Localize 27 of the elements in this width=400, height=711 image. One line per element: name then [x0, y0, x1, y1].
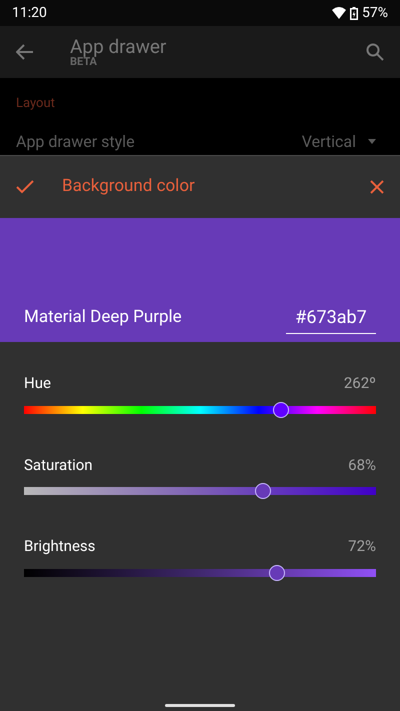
- navigation-handle[interactable]: [165, 704, 235, 707]
- close-icon[interactable]: [370, 180, 384, 194]
- slider-label: Brightness: [24, 536, 96, 557]
- slider-label: Saturation: [24, 454, 93, 476]
- slider-thumb[interactable]: [268, 564, 285, 580]
- setting-value: Vertical: [302, 134, 356, 150]
- section-header: Layout: [16, 95, 56, 113]
- slider-thumb[interactable]: [272, 402, 289, 418]
- slider-label: Hue: [24, 373, 51, 394]
- slider-thumb[interactable]: [254, 483, 271, 499]
- app-bar-subtitle: BETA: [70, 56, 97, 67]
- status-time: 11:20: [12, 4, 47, 22]
- setting-label: App drawer style: [16, 134, 135, 150]
- slider-reading: 72%: [348, 536, 376, 557]
- battery-percent: 57%: [362, 4, 388, 22]
- wifi-icon: [332, 7, 346, 19]
- color-name: Material Deep Purple: [24, 306, 182, 328]
- battery-icon: [350, 6, 358, 20]
- check-icon[interactable]: [16, 180, 34, 194]
- dialog-title: Background color: [62, 175, 196, 198]
- app-bar-title: App drawer: [70, 37, 168, 56]
- dropdown-icon: [368, 139, 376, 144]
- slider-reading: 262º: [344, 373, 376, 394]
- search-icon[interactable]: [366, 43, 384, 61]
- hex-input-field[interactable]: #673ab7: [286, 304, 376, 334]
- slider-reading: 68%: [348, 454, 376, 476]
- back-arrow-icon[interactable]: [16, 44, 34, 60]
